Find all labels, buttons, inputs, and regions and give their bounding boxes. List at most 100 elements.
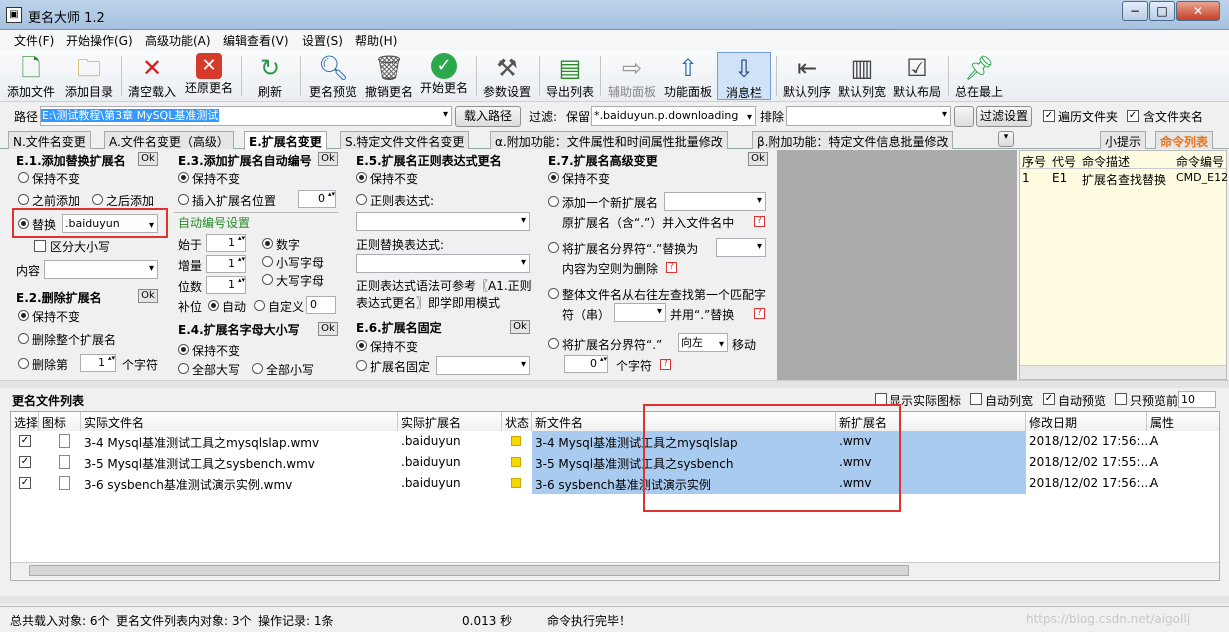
e3-custom-radio[interactable] [254,300,265,311]
e6-fixed-combobox[interactable] [436,356,530,375]
e3-ok-button[interactable]: Ok [318,152,338,166]
exclude-filter-combobox[interactable] [786,106,951,126]
e7-sep-replace-combobox[interactable] [716,238,766,257]
e1-before-radio[interactable] [18,194,29,205]
help-icon[interactable]: ? [666,262,677,273]
e1-keep-radio[interactable] [18,172,29,183]
tab-tips[interactable]: 小提示 [1100,131,1147,149]
row-checkbox[interactable]: ✓ [19,477,31,489]
menu-start[interactable]: 开始操作(G) [66,32,133,49]
e6-keep-radio[interactable] [356,340,367,351]
keep-filter-combobox[interactable]: *.baiduyun.p.downloading [591,106,756,126]
close-button[interactable]: ✕ [1176,1,1220,21]
e4-upper-radio[interactable] [178,363,189,374]
tab-specific-file[interactable]: S.特定文件文件名变更 [340,131,470,149]
always-on-top-button[interactable]: 📌︎ 总在最上 [953,52,1005,100]
tab-attributes[interactable]: α.附加功能：文件属性和时间属性批量修改 [490,131,728,149]
col-width-button[interactable]: ▥ 默认列宽 [836,52,888,100]
refresh-button[interactable]: ↻ 刷新 [248,52,292,100]
e6-fixed-radio[interactable] [356,360,367,371]
e3-insert-radio[interactable] [178,194,189,205]
e1-replace-radio[interactable] [18,218,29,229]
e7-move-spinner[interactable]: 0 [564,355,608,373]
e2-n-spinner[interactable]: 1 [80,354,116,372]
e3-pos-spinner[interactable]: 0 [298,190,336,208]
traverse-checkbox[interactable]: ✓ [1043,110,1055,122]
table-row[interactable]: ✓ 3-5 Mysql基准测试工具之sysbench.wmv .baiduyun… [11,452,1219,473]
tab-filename[interactable]: N.文件名变更 [8,131,91,149]
e7-direction-combobox[interactable]: 向左 [678,333,728,352]
auto-width-checkbox[interactable] [970,393,982,405]
table-hscrollbar[interactable] [11,562,1219,579]
cmd-cell[interactable]: 1 [1022,171,1030,185]
e3-upper-radio[interactable] [262,274,273,285]
clear-button[interactable]: ✕ 清空载入 [127,52,177,100]
menu-edit-view[interactable]: 编辑查看(V) [223,32,289,49]
e7-new-ext-combobox[interactable] [664,192,766,211]
row-checkbox[interactable]: ✓ [19,456,31,468]
revoke-button[interactable]: 🗑︎ 撤销更名 [363,52,415,100]
tab-commands[interactable]: 命令列表 [1155,131,1214,149]
e2-delete-all-radio[interactable] [18,333,29,344]
e5-regex-radio[interactable] [356,194,367,205]
e4-ok-button[interactable]: Ok [318,322,338,336]
func-panel-button[interactable]: ⇧ 功能面板 [661,52,715,100]
add-folder-button[interactable]: 🗀 添加目录 [62,52,116,100]
e7-whole-radio[interactable] [548,288,559,299]
cmd-hscrollbar[interactable] [1020,365,1226,379]
tab-dropdown-button[interactable]: ▾ [998,131,1014,147]
add-file-button[interactable]: 🗋 添加文件 [6,52,56,100]
e3-auto-radio[interactable] [208,300,219,311]
e7-ok-button[interactable]: Ok [748,152,768,166]
table-row[interactable]: ✓ 3-4 Mysql基准测试工具之mysqlslap.wmv .baiduyu… [11,431,1219,452]
help-icon[interactable]: ? [754,308,765,319]
include-folder-checkbox[interactable]: ✓ [1127,110,1139,122]
e4-keep-radio[interactable] [178,344,189,355]
aux-panel-button[interactable]: ⇨ 辅助面板 [606,52,658,100]
preview-first-checkbox[interactable] [1115,393,1127,405]
maximize-button[interactable]: □ [1149,1,1175,21]
e7-keep-radio[interactable] [548,172,559,183]
col-icon[interactable]: 图标 [39,412,81,431]
e5-replace-combobox[interactable] [356,254,530,273]
e1-content-combobox[interactable] [44,260,158,279]
cmd-cell[interactable]: CMD_E12 [1176,171,1228,184]
e5-keep-radio[interactable] [356,172,367,183]
splitter[interactable] [0,380,1229,388]
layout-button[interactable]: ☑ 默认布局 [891,52,943,100]
menu-file[interactable]: 文件(F) [14,32,54,49]
e4-lower-radio[interactable] [252,363,263,374]
e2-keep-radio[interactable] [18,310,29,321]
help-icon[interactable]: ? [754,216,765,227]
path-combobox[interactable]: E:\测试教程\第3章 MySQL基准测试 [40,106,452,126]
table-row[interactable]: ✓ 3-6 sysbench基准测试演示实例.wmv .baiduyun 3-6… [11,473,1219,494]
e7-move-radio[interactable] [548,338,559,349]
scroll-thumb[interactable] [29,565,909,576]
e1-after-radio[interactable] [92,194,103,205]
e1-ok-button[interactable]: Ok [138,152,158,166]
e5-regex-combobox[interactable] [356,212,530,231]
preview-count-input[interactable]: 10 [1178,391,1216,408]
menu-advanced[interactable]: 高级功能(A) [145,32,211,49]
e3-lower-radio[interactable] [262,256,273,267]
e3-numeric-radio[interactable] [262,238,273,249]
menu-help[interactable]: 帮助(H) [355,32,397,49]
e6-ok-button[interactable]: Ok [510,320,530,334]
tab-file-info[interactable]: β.附加功能：特定文件信息批量修改 [752,131,954,149]
settings-button[interactable]: ⚒ 参数设置 [481,52,533,100]
help-icon[interactable]: ? [660,359,671,370]
tab-extension[interactable]: E.扩展名变更 [244,131,327,150]
e3-start-spinner[interactable]: 1 [206,234,246,252]
col-select[interactable]: 选择 [11,412,39,431]
e7-sep-replace-radio[interactable] [548,242,559,253]
undo-rename-button[interactable]: ✕ 还原更名 [182,52,236,100]
col-attr[interactable]: 属性 [1147,412,1219,431]
e3-digits-spinner[interactable]: 1 [206,276,246,294]
tab-filename-advanced[interactable]: A.文件名变更（高级） [104,131,234,149]
load-path-button[interactable]: 载入路径 [455,106,521,127]
auto-preview-checkbox[interactable]: ✓ [1043,393,1055,405]
export-button[interactable]: ▤ 导出列表 [544,52,596,100]
e3-custom-input[interactable]: 0 [306,296,336,314]
e1-case-checkbox[interactable] [34,240,46,252]
filter-toggle-button[interactable] [954,106,974,127]
